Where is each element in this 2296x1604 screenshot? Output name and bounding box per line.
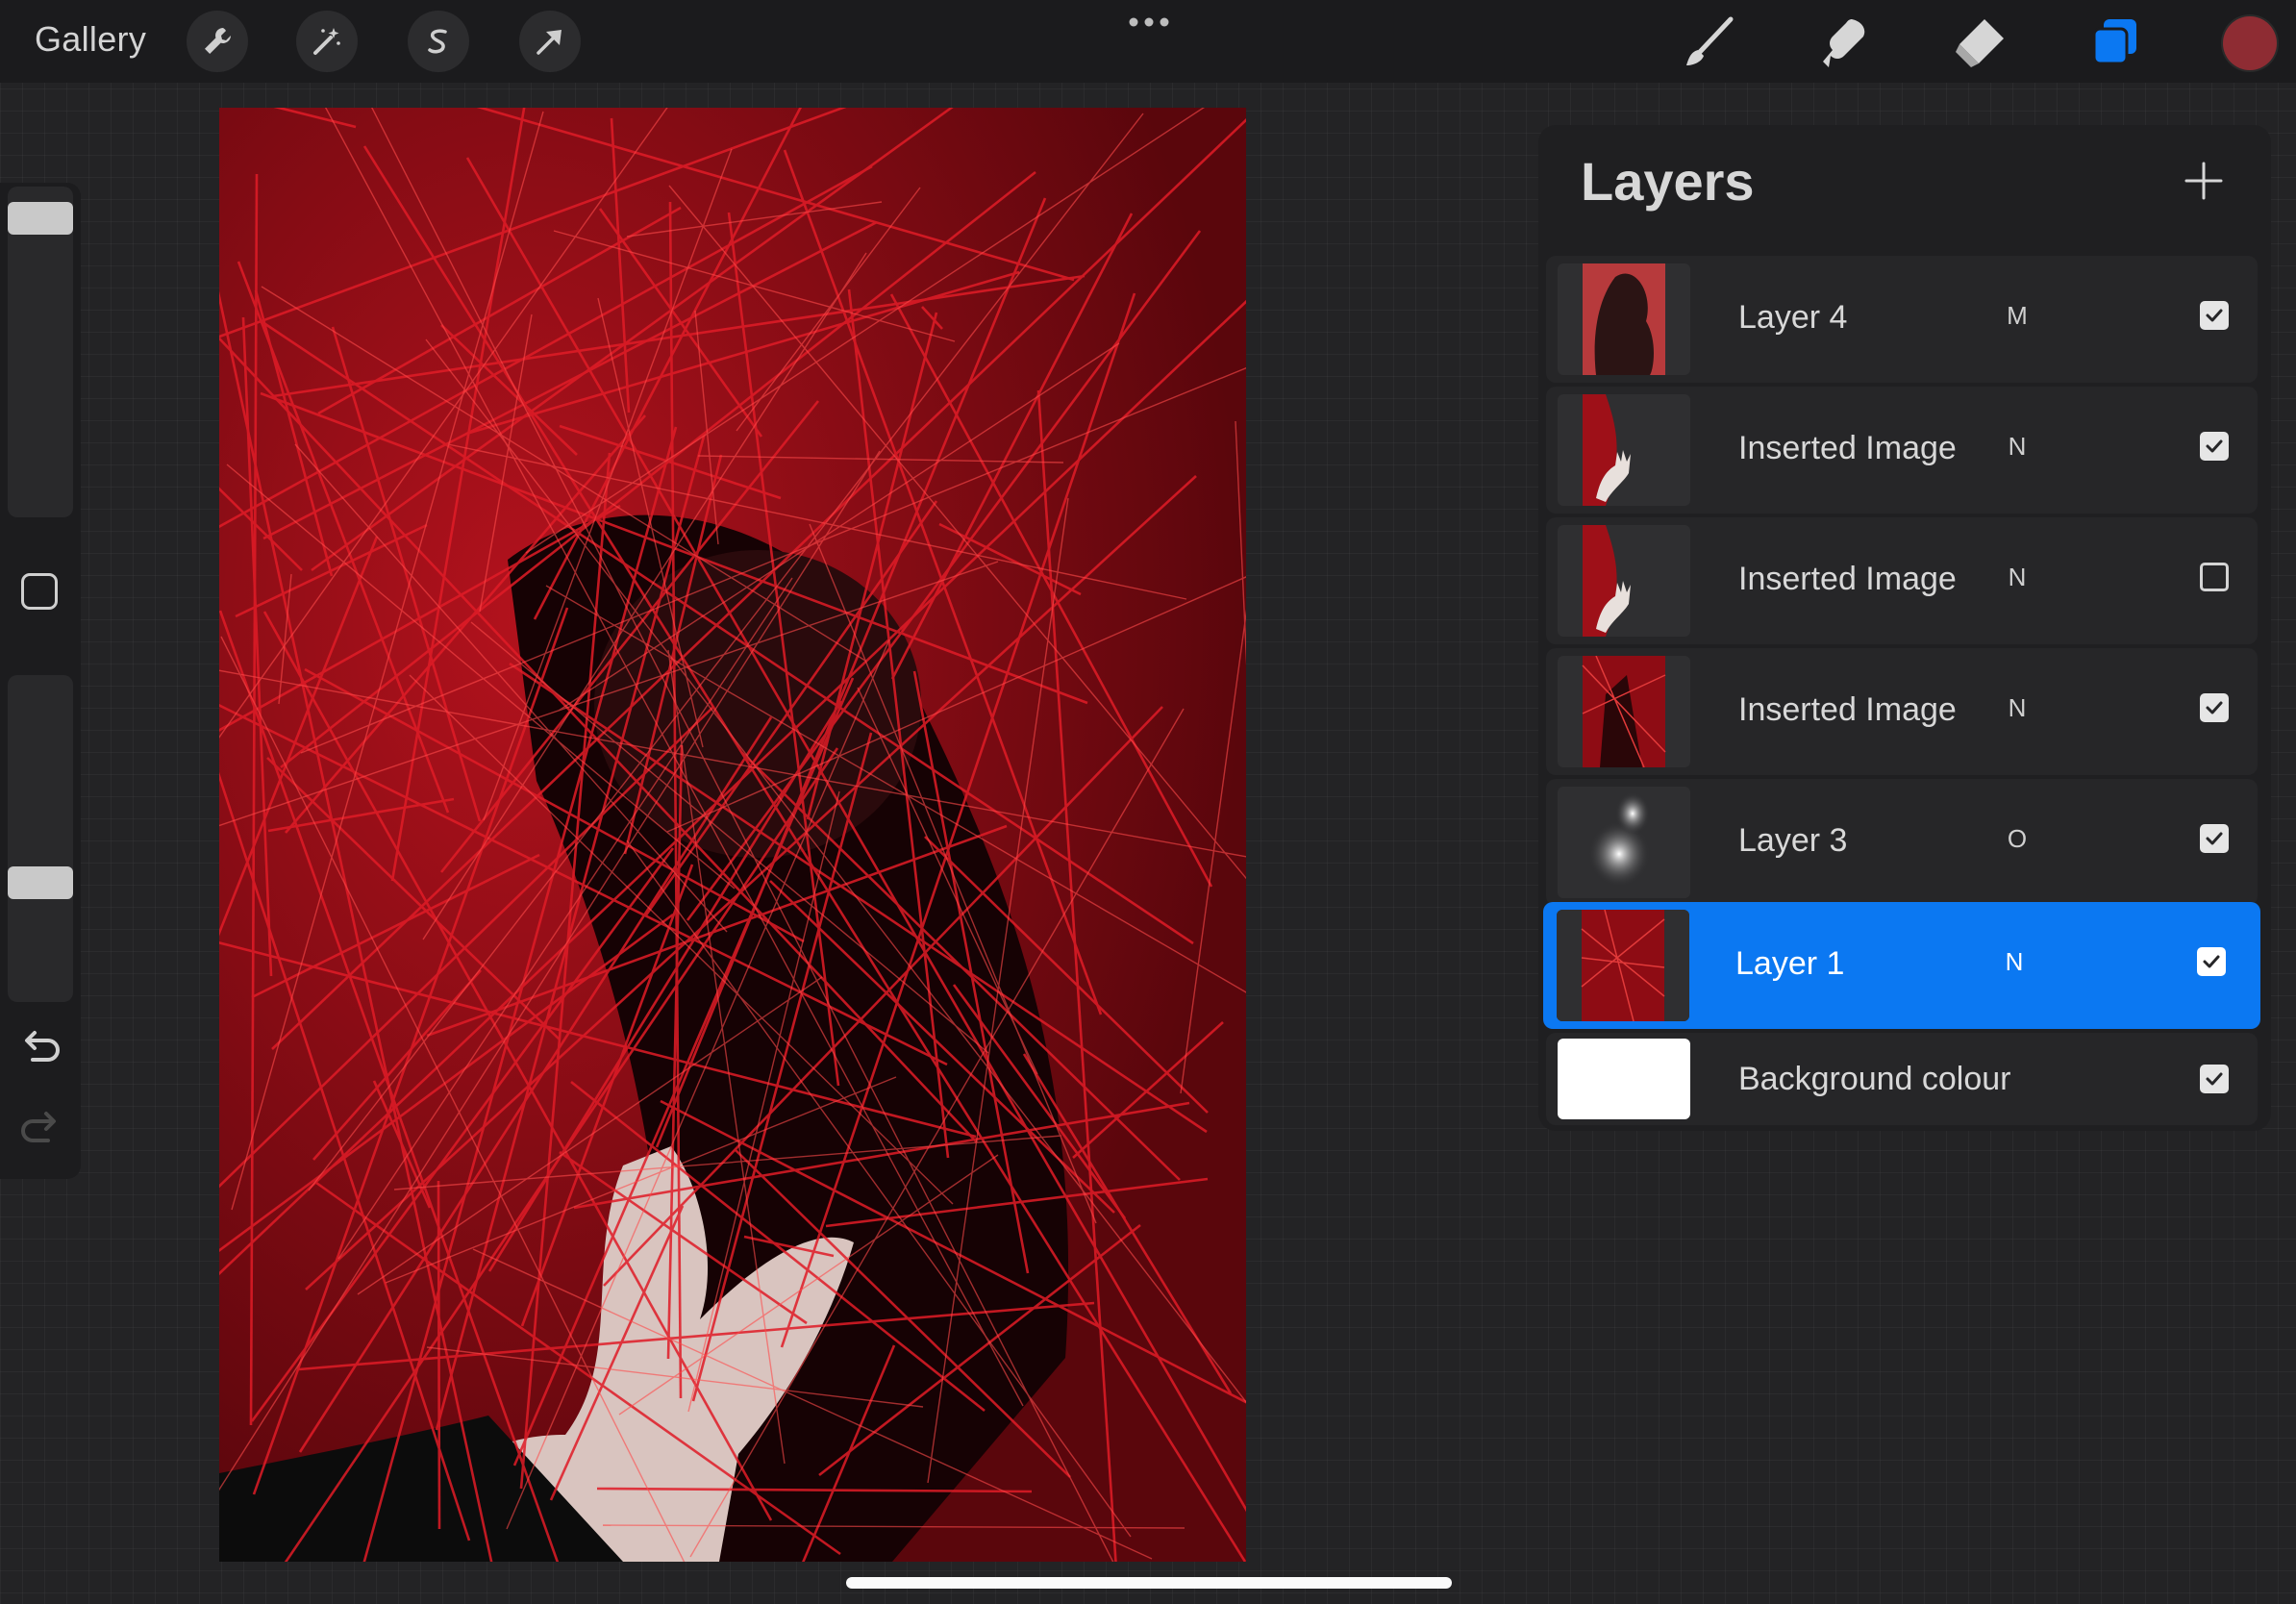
visibility-checkbox[interactable] xyxy=(2200,563,2229,591)
layer-name: Background colour xyxy=(1738,1061,2011,1097)
actions-button[interactable] xyxy=(187,11,248,72)
layer-name: Inserted Image xyxy=(1738,430,1957,466)
layer-row[interactable]: Layer 3 O xyxy=(1546,779,2258,906)
background-color-swatch[interactable] xyxy=(1558,1039,1690,1119)
visibility-checkbox[interactable] xyxy=(2200,1065,2229,1093)
canvas-artwork[interactable] xyxy=(219,108,1246,1562)
left-sidebar xyxy=(0,183,81,1179)
visibility-checkbox[interactable] xyxy=(2197,947,2226,976)
layer-thumbnail xyxy=(1558,525,1690,637)
brush-size-thumb[interactable] xyxy=(8,201,73,235)
brush-icon[interactable] xyxy=(1681,13,1738,71)
modify-button[interactable] xyxy=(21,573,58,610)
smudge-icon[interactable] xyxy=(1815,13,1873,71)
layer-row[interactable]: Inserted Image N xyxy=(1546,517,2258,644)
color-picker-button[interactable] xyxy=(2223,16,2277,70)
transform-button[interactable] xyxy=(519,11,581,72)
selection-s-icon xyxy=(428,29,447,54)
adjustments-button[interactable] xyxy=(296,11,358,72)
visibility-checkbox[interactable] xyxy=(2200,432,2229,461)
checkmark-icon xyxy=(2206,309,2223,322)
blend-mode-button[interactable]: N xyxy=(1988,432,2046,462)
blend-mode-button[interactable]: N xyxy=(1988,563,2046,592)
checkmark-icon xyxy=(2203,955,2220,968)
layer-thumbnail xyxy=(1558,394,1690,506)
checkmark-icon xyxy=(2206,1072,2223,1086)
layer-thumbnail xyxy=(1558,656,1690,767)
checkmark-icon xyxy=(2206,832,2223,845)
plus-icon[interactable] xyxy=(2183,160,2225,202)
layer-name: Layer 1 xyxy=(1735,945,1845,982)
layer-row[interactable]: Inserted Image N xyxy=(1546,648,2258,775)
layer-thumbnail xyxy=(1557,910,1689,1021)
visibility-checkbox[interactable] xyxy=(2200,301,2229,330)
opacity-thumb[interactable] xyxy=(8,865,73,899)
layers-title: Layers xyxy=(1581,151,1755,212)
wrench-icon xyxy=(205,28,231,54)
artwork-image xyxy=(219,108,1246,1562)
layer-thumbnail xyxy=(1558,263,1690,375)
eraser-icon[interactable] xyxy=(1952,13,2009,71)
redo-icon[interactable] xyxy=(17,1110,63,1148)
layer-thumbnail xyxy=(1558,787,1690,898)
layer-name: Layer 4 xyxy=(1738,299,1848,336)
layer-name: Layer 3 xyxy=(1738,822,1848,859)
brush-size-slider[interactable] xyxy=(8,187,73,517)
blend-mode-button[interactable]: M xyxy=(1988,301,2046,331)
layer-row-background[interactable]: Background colour xyxy=(1546,1033,2258,1125)
checkmark-icon xyxy=(2206,701,2223,714)
undo-icon[interactable] xyxy=(17,1029,63,1067)
checkmark-icon xyxy=(2206,439,2223,453)
selection-button[interactable] xyxy=(408,11,469,72)
blend-mode-button[interactable]: N xyxy=(1988,693,2046,723)
visibility-checkbox[interactable] xyxy=(2200,824,2229,853)
layer-name: Inserted Image xyxy=(1738,561,1957,597)
blend-mode-button[interactable]: O xyxy=(1988,824,2046,854)
layers-panel: Layers Layer 4 M Inserted Image N Insert… xyxy=(1538,125,2271,1131)
more-options-icon[interactable] xyxy=(1127,8,1171,37)
opacity-slider[interactable] xyxy=(8,675,73,1002)
gallery-button[interactable]: Gallery xyxy=(35,19,146,60)
layer-name: Inserted Image xyxy=(1738,691,1957,728)
magic-wand-icon xyxy=(313,28,340,55)
visibility-checkbox[interactable] xyxy=(2200,693,2229,722)
layer-row-selected[interactable]: Layer 1 N xyxy=(1543,902,2260,1029)
home-indicator[interactable] xyxy=(846,1577,1452,1589)
layer-row[interactable]: Inserted Image N xyxy=(1546,387,2258,514)
transform-arrow-icon xyxy=(537,30,562,55)
blend-mode-button[interactable]: N xyxy=(1985,947,2043,977)
layers-icon[interactable] xyxy=(2086,13,2144,71)
layer-row[interactable]: Layer 4 M xyxy=(1546,256,2258,383)
top-toolbar: Gallery xyxy=(0,0,2296,83)
